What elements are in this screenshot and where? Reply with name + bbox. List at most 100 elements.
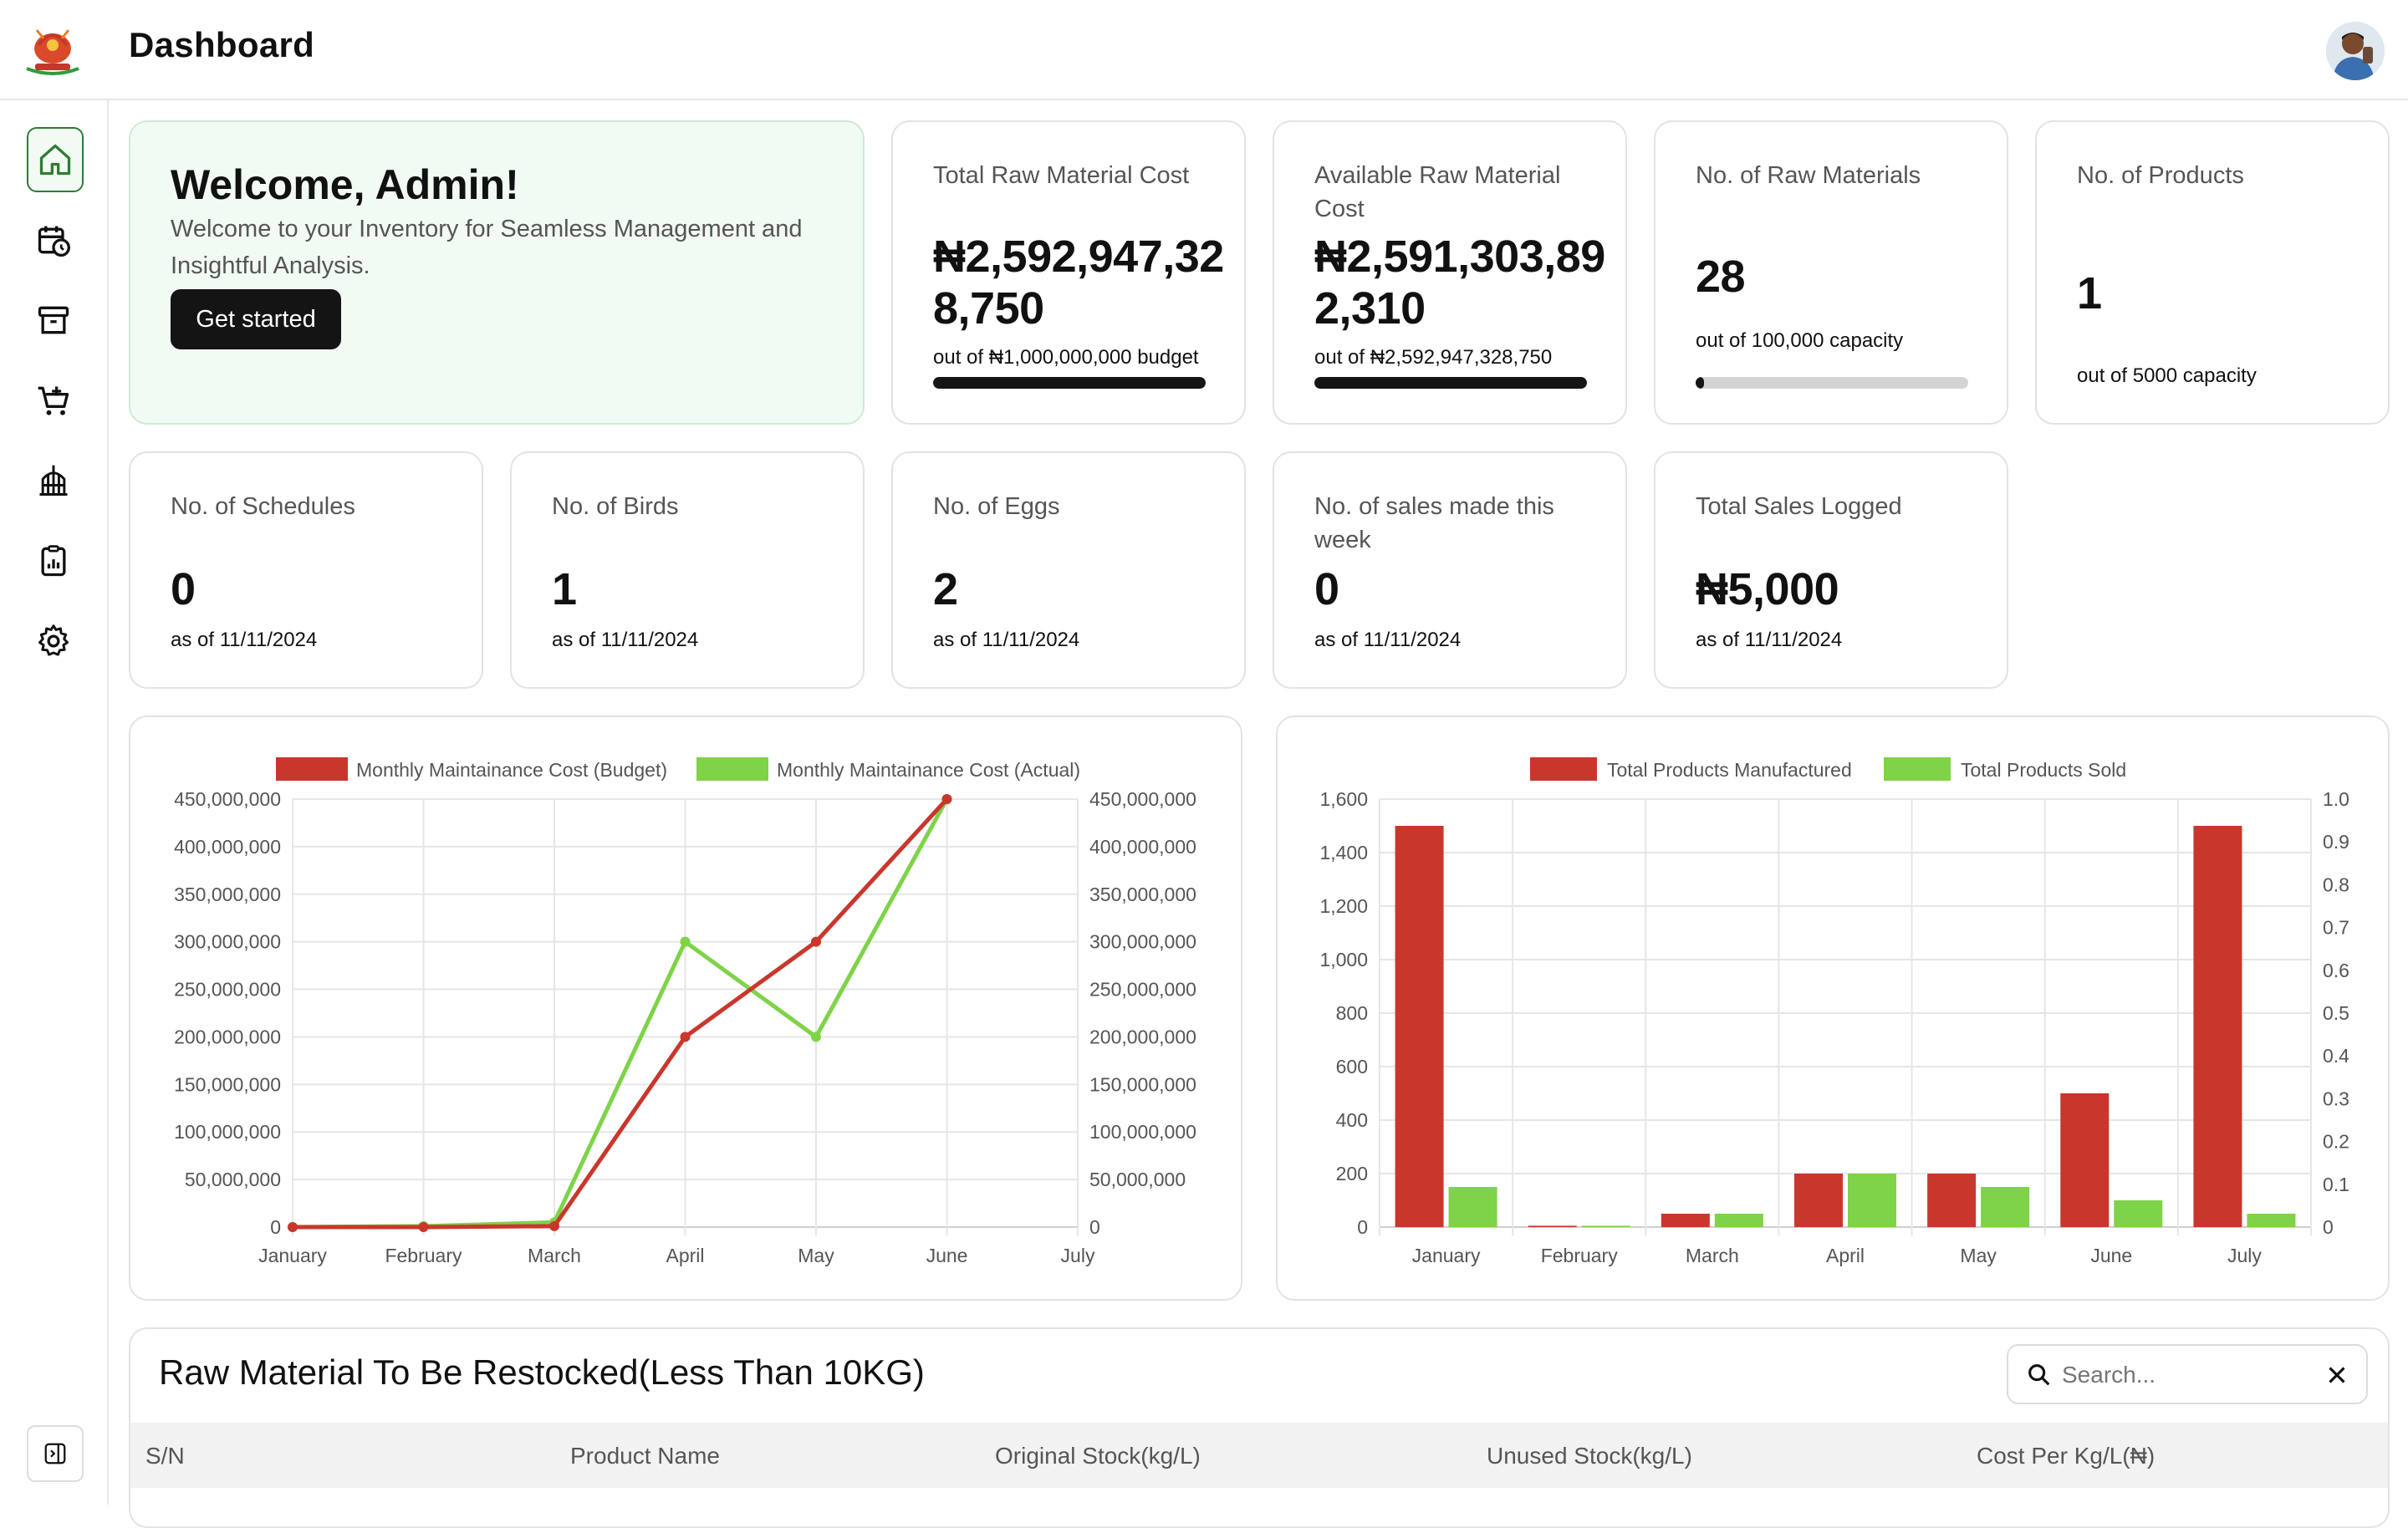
sidebar-item-inventory[interactable]: [27, 289, 80, 351]
column-header-cost-per-kg[interactable]: Cost Per Kg/L(₦): [1977, 1443, 2155, 1469]
maintenance-cost-line-chart: 0 0 50,000,000 50,000,000 100,000,000 100,000…: [174, 757, 1196, 1266]
sidebar-item-sales[interactable]: [27, 369, 80, 431]
stat-card-total-sales: Total Sales Logged ₦5,000 as of 11/11/20…: [1654, 451, 2008, 689]
stat-value: 1: [2077, 268, 2102, 318]
column-header-product-name[interactable]: Product Name: [570, 1443, 720, 1469]
top-bar: Dashboard: [0, 0, 2408, 100]
y2-tick-label: 1.0: [2323, 788, 2349, 810]
y-tick-label: 1,200: [1319, 895, 1368, 917]
stat-label: No. of Schedules: [171, 493, 355, 520]
column-header-original-stock[interactable]: Original Stock(kg/L): [995, 1443, 1201, 1469]
y-tick-label: 350,000,000: [174, 884, 281, 905]
bar: [2247, 1214, 2296, 1227]
stat-value: 28: [1696, 252, 1746, 302]
y-tick-label: 400: [1336, 1109, 1368, 1131]
maintenance-cost-chart-card: 0 0 50,000,000 50,000,000 100,000,000 100,000…: [129, 716, 1242, 1301]
get-started-button[interactable]: Get started: [171, 289, 341, 349]
stat-label: No. of Raw Materials: [1696, 162, 1921, 189]
x-tick-label: July: [1061, 1245, 1095, 1266]
legend-swatch: [276, 757, 348, 781]
y2-tick-label: 250,000,000: [1089, 979, 1196, 1001]
stat-progress-bar: [1696, 377, 1968, 389]
bar: [1448, 1187, 1497, 1227]
search-input[interactable]: [2060, 1356, 2314, 1394]
data-point: [680, 1031, 691, 1042]
user-avatar[interactable]: [2326, 22, 2385, 80]
x-tick-label: March: [528, 1245, 581, 1266]
legend-label: Total Products Sold: [1961, 759, 2126, 781]
y-tick-label: 1,400: [1319, 842, 1368, 863]
x-tick-label: June: [2090, 1245, 2132, 1266]
welcome-title: Welcome, Admin!: [171, 161, 519, 208]
clipboard-report-icon: [41, 545, 66, 577]
y2-tick-label: 300,000,000: [1089, 931, 1196, 953]
stat-sub: out of 100,000 capacity: [1696, 329, 1904, 352]
stat-label: No. of sales made this week: [1314, 493, 1554, 553]
column-header-unused-stock[interactable]: Unused Stock(kg/L): [1487, 1443, 1692, 1469]
stat-value: 0: [1314, 564, 1339, 614]
data-point: [941, 794, 952, 804]
sidebar-item-schedules[interactable]: [27, 209, 80, 271]
clear-search-icon[interactable]: [2323, 1361, 2351, 1389]
y2-tick-label: 100,000,000: [1089, 1121, 1196, 1143]
bar: [1848, 1174, 1896, 1227]
series-line: [292, 797, 949, 1230]
home-icon: [39, 144, 71, 176]
y2-tick-label: 0.8: [2323, 874, 2349, 895]
y2-tick-label: 350,000,000: [1089, 884, 1196, 905]
y-tick-label: 150,000,000: [174, 1073, 281, 1095]
y-tick-label: 600: [1336, 1056, 1368, 1077]
stat-card-total-raw-material-cost: Total Raw Material Cost ₦2,592,947,32 8,…: [891, 120, 1246, 425]
bar: [1927, 1174, 1977, 1227]
data-point: [549, 1220, 559, 1231]
sidebar-toggle-icon: [44, 1443, 66, 1464]
stat-card-raw-materials-count: No. of Raw Materials 28 out of 100,000 c…: [1654, 120, 2008, 425]
stat-label: No. of Products: [2077, 162, 2244, 189]
y-tick-label: 300,000,000: [174, 931, 281, 953]
stat-label: Total Sales Logged: [1696, 493, 1902, 520]
bar: [1528, 1225, 1577, 1227]
bar: [1794, 1174, 1843, 1227]
sidebar-item-birds[interactable]: [27, 450, 80, 512]
sidebar-item-settings[interactable]: [27, 610, 80, 672]
stat-card-available-raw-material-cost: Available Raw Material Cost ₦2,591,303,8…: [1273, 120, 1627, 425]
y-tick-label: 1,600: [1319, 788, 1368, 810]
products-chart-card: 0 200 400 600 800 1,000 1,200 1,400 1,600 0 0.1 0.2…: [1276, 716, 2390, 1301]
x-tick-label: April: [1826, 1245, 1865, 1266]
company-logo[interactable]: [20, 20, 85, 80]
stat-label: Total Raw Material Cost: [933, 162, 1190, 189]
data-point: [811, 936, 821, 947]
stat-sub: as of 11/11/2024: [171, 629, 318, 651]
y2-tick-label: 0.3: [2323, 1087, 2349, 1109]
x-tick-label: January: [258, 1245, 327, 1266]
restock-table-title: Raw Material To Be Restocked(Less Than 1…: [159, 1352, 925, 1392]
stat-value: ₦5,000: [1696, 564, 1839, 614]
legend-label: Monthly Maintainance Cost (Budget): [356, 759, 667, 781]
table-search-box: [2007, 1344, 2368, 1404]
y2-tick-label: 0.4: [2323, 1045, 2349, 1067]
sidebar: [0, 100, 109, 1505]
x-tick-label: May: [1960, 1245, 1997, 1266]
y2-tick-label: 0.6: [2323, 960, 2349, 981]
x-tick-label: February: [1541, 1245, 1619, 1266]
bar: [1395, 826, 1444, 1227]
sidebar-item-dashboard[interactable]: [27, 127, 84, 192]
legend-swatch: [1884, 757, 1951, 781]
stat-label: Available Raw Material Cost: [1314, 162, 1561, 222]
stat-value: 0: [171, 564, 196, 614]
sidebar-collapse-button[interactable]: [27, 1425, 84, 1482]
bird-cage-icon: [39, 465, 68, 496]
sidebar-item-reports[interactable]: [27, 530, 80, 592]
stat-card-eggs: No. of Eggs 2 as of 11/11/2024: [891, 451, 1246, 689]
stat-sub: out of ₦2,592,947,328,750: [1314, 346, 1553, 369]
data-point: [418, 1222, 429, 1232]
column-header-sn[interactable]: S/N: [145, 1443, 185, 1469]
y2-tick-label: 0.7: [2323, 917, 2349, 939]
page-title: Dashboard: [129, 25, 315, 64]
stat-card-birds: No. of Birds 1 as of 11/11/2024: [510, 451, 865, 689]
x-tick-label: May: [798, 1245, 834, 1266]
y2-tick-label: 0.1: [2323, 1174, 2349, 1195]
bar: [2114, 1200, 2163, 1227]
y-tick-label: 100,000,000: [174, 1121, 281, 1143]
stat-value: ₦2,592,947,32 8,750: [933, 232, 1224, 334]
